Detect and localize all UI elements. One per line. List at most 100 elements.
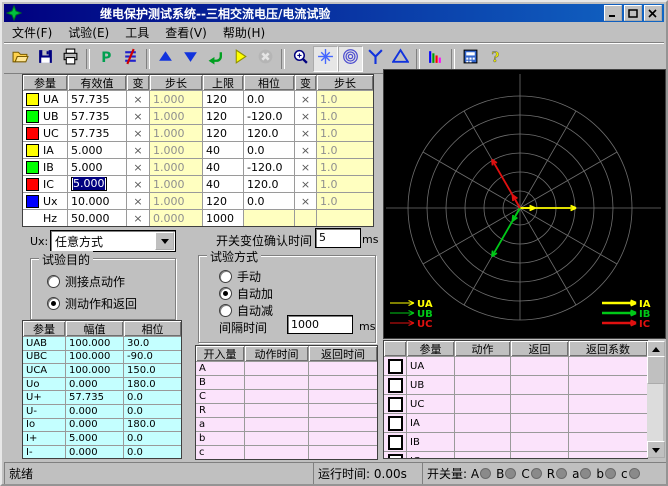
step-cell[interactable]: 1.000	[150, 159, 202, 175]
step-cell[interactable]: 1.000	[150, 108, 202, 124]
param-value-cell[interactable]: 5.000	[68, 159, 126, 175]
limit-cell[interactable]: 120	[203, 108, 243, 124]
toolbar-delta-button[interactable]	[388, 46, 413, 72]
radio-测接点动作[interactable]: 测接点动作	[47, 273, 125, 290]
toolbar-print-button[interactable]	[58, 46, 83, 72]
step-cell[interactable]: 1.0	[317, 142, 373, 158]
radio-手动[interactable]: 手动	[219, 268, 261, 285]
toolbar-wye-button[interactable]	[363, 46, 388, 72]
param-value-cell[interactable]: 10.000	[68, 193, 126, 209]
step-cell[interactable]: 1.0	[317, 159, 373, 175]
limit-cell[interactable]: 120	[203, 193, 243, 209]
vary-toggle-cell[interactable]: ×	[127, 176, 149, 192]
dropdown-arrow-icon[interactable]	[155, 232, 174, 250]
limit-cell[interactable]: 1000	[203, 210, 243, 226]
menu-view[interactable]: 查看(V)	[157, 22, 215, 43]
step-cell[interactable]: 1.0	[317, 91, 373, 107]
step-cell[interactable]: 1.000	[150, 142, 202, 158]
action-row-checkbox[interactable]	[384, 452, 406, 459]
step-cell[interactable]: 0.000	[150, 210, 202, 226]
radio-测动作和返回[interactable]: 测动作和返回	[47, 295, 137, 312]
limit-cell[interactable]: 40	[203, 142, 243, 158]
action-row-checkbox[interactable]	[384, 414, 406, 432]
toolbar-open-folder-button[interactable]	[8, 46, 33, 72]
phase-cell[interactable]: 0.0	[244, 142, 294, 158]
ux-mode-select[interactable]: 任意方式	[50, 230, 176, 252]
toolbar-lower-button[interactable]	[178, 46, 203, 72]
value-edit-input[interactable]: 5.000	[71, 177, 107, 191]
confirm-time-input[interactable]: 5	[315, 228, 361, 248]
action-row-checkbox[interactable]	[384, 433, 406, 451]
step-cell[interactable]: 1.000	[150, 176, 202, 192]
scroll-thumb[interactable]	[647, 356, 665, 384]
toolbar-zoom-button[interactable]	[288, 46, 313, 72]
radio-自动加[interactable]: 自动加	[219, 285, 273, 302]
vary-toggle-cell[interactable]: ×	[127, 193, 149, 209]
limit-cell[interactable]: 40	[203, 159, 243, 175]
step-cell[interactable]: 1.0	[317, 193, 373, 209]
vary-toggle-cell[interactable]: ×	[127, 125, 149, 141]
step-cell[interactable]: 1.0	[317, 176, 373, 192]
limit-cell[interactable]: 120	[203, 91, 243, 107]
action-row-checkbox[interactable]	[384, 376, 406, 394]
limit-cell[interactable]: 120	[203, 125, 243, 141]
menu-file[interactable]: 文件(F)	[4, 22, 60, 43]
minimize-button[interactable]	[604, 5, 622, 21]
toolbar-raise-button[interactable]	[153, 46, 178, 72]
phase-cell[interactable]: 0.0	[244, 193, 294, 209]
vary-toggle-cell[interactable]: ×	[127, 210, 149, 226]
step-cell[interactable]: 1.000	[150, 125, 202, 141]
step-cell[interactable]	[317, 210, 373, 226]
close-button[interactable]	[644, 5, 662, 21]
vary-toggle-cell[interactable]: ×	[295, 193, 316, 209]
toolbar-undo-button[interactable]	[203, 46, 228, 72]
scrollbar[interactable]	[647, 341, 663, 458]
vary-toggle-cell[interactable]: ×	[127, 142, 149, 158]
param-value-cell[interactable]: 5.000	[68, 142, 126, 158]
phase-cell[interactable]: -120.0	[244, 159, 294, 175]
interval-input[interactable]: 1000	[287, 315, 353, 334]
toolbar-calculator-button[interactable]	[458, 46, 483, 72]
param-value-cell[interactable]: 5.000	[68, 176, 126, 192]
toolbar-rings-button[interactable]	[338, 46, 363, 72]
menu-test[interactable]: 试验(E)	[60, 22, 117, 43]
phase-cell[interactable]: -120.0	[244, 108, 294, 124]
scroll-down-icon[interactable]	[647, 441, 665, 458]
toolbar-unbalance-button[interactable]	[118, 46, 143, 72]
limit-cell[interactable]: 40	[203, 176, 243, 192]
step-cell[interactable]: 1.000	[150, 193, 202, 209]
vary-toggle-cell[interactable]: ×	[295, 125, 316, 141]
toolbar-bar-chart-button[interactable]	[423, 46, 448, 72]
vary-toggle-cell[interactable]: ×	[295, 159, 316, 175]
phase-cell[interactable]	[244, 210, 294, 226]
param-value-cell[interactable]: 50.000	[68, 210, 126, 226]
vary-toggle-cell[interactable]	[295, 210, 316, 226]
maximize-button[interactable]	[624, 5, 642, 21]
action-row-checkbox[interactable]	[384, 357, 406, 375]
action-row-checkbox[interactable]	[384, 395, 406, 413]
toolbar-help-button[interactable]: ?	[483, 46, 508, 72]
step-cell[interactable]: 1.0	[317, 125, 373, 141]
vary-toggle-cell[interactable]: ×	[295, 176, 316, 192]
step-cell[interactable]: 1.0	[317, 108, 373, 124]
param-value-cell[interactable]: 57.735	[68, 91, 126, 107]
vary-toggle-cell[interactable]: ×	[127, 159, 149, 175]
toolbar-save-button[interactable]	[33, 46, 58, 72]
vary-toggle-cell[interactable]: ×	[295, 142, 316, 158]
step-cell[interactable]: 1.000	[150, 91, 202, 107]
phase-cell[interactable]: 120.0	[244, 125, 294, 141]
toolbar-start-button[interactable]	[228, 46, 253, 72]
phase-cell[interactable]: 120.0	[244, 176, 294, 192]
vary-toggle-cell[interactable]: ×	[295, 91, 316, 107]
toolbar-letter-p-button[interactable]: P	[93, 46, 118, 72]
toolbar-axes-button[interactable]	[313, 46, 338, 72]
menu-tools[interactable]: 工具	[117, 22, 157, 43]
vary-toggle-cell[interactable]: ×	[295, 108, 316, 124]
phase-cell[interactable]: 0.0	[244, 91, 294, 107]
radio-自动减[interactable]: 自动减	[219, 302, 273, 319]
menu-help[interactable]: 帮助(H)	[215, 22, 273, 43]
param-value-cell[interactable]: 57.735	[68, 125, 126, 141]
toolbar-stop-button[interactable]	[253, 46, 278, 72]
vary-toggle-cell[interactable]: ×	[127, 108, 149, 124]
param-value-cell[interactable]: 57.735	[68, 108, 126, 124]
